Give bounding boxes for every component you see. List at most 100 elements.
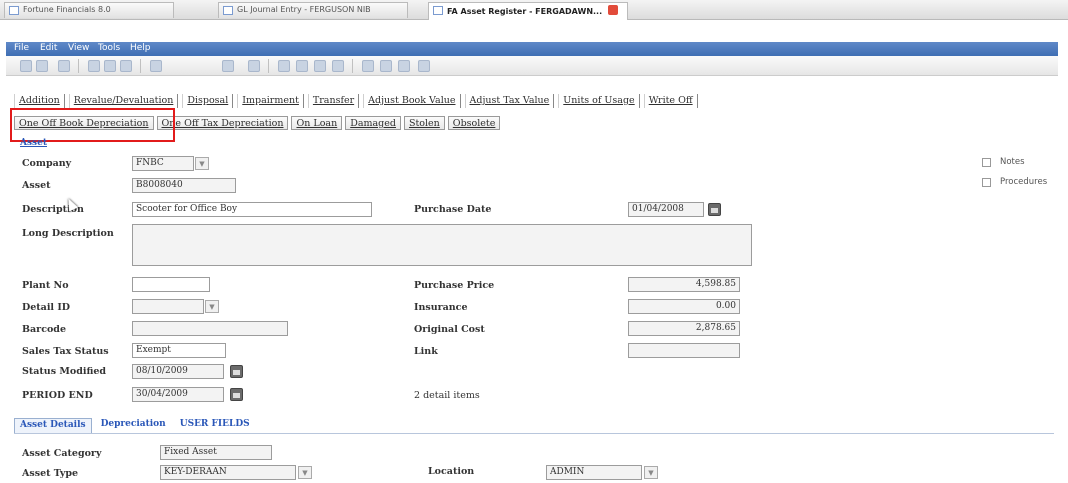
save-icon[interactable]	[58, 60, 70, 72]
asset-section-link[interactable]: Asset	[20, 138, 47, 148]
revalue-devaluation-button[interactable]: Revalue/Devaluation	[68, 94, 179, 108]
damaged-button[interactable]: Damaged	[345, 116, 401, 130]
detail-id-label: Detail ID	[22, 302, 71, 313]
calendar-icon[interactable]	[230, 365, 243, 378]
link-label: Link	[414, 346, 438, 357]
delete-icon[interactable]	[248, 60, 260, 72]
purchase-price-field[interactable]: 4,598.85	[628, 277, 740, 292]
description-field[interactable]: Scooter for Office Boy	[132, 202, 372, 217]
paste-icon[interactable]	[120, 60, 132, 72]
stolen-button[interactable]: Stolen	[403, 116, 445, 130]
open-icon[interactable]	[36, 60, 48, 72]
location-field[interactable]: ADMIN	[546, 465, 642, 480]
print-icon[interactable]	[362, 60, 374, 72]
asset-label: Asset	[22, 180, 51, 191]
page-icon	[223, 6, 233, 15]
new-icon[interactable]	[20, 60, 32, 72]
sales-tax-status-field[interactable]: Exempt	[132, 343, 226, 358]
asset-type-field[interactable]: KEY-DERAAN	[160, 465, 296, 480]
browser-tab-gl-journal[interactable]: GL Journal Entry - FERGUSON NIB	[218, 2, 408, 18]
status-modified-field[interactable]: 08/10/2009	[132, 364, 224, 379]
detail-id-field[interactable]	[132, 299, 204, 314]
page-icon	[433, 6, 443, 15]
last-record-icon[interactable]	[332, 60, 344, 72]
plant-no-label: Plant No	[22, 280, 69, 291]
toolbar-separator	[140, 59, 141, 73]
search-icon[interactable]	[380, 60, 392, 72]
company-label: Company	[22, 158, 72, 169]
help-icon[interactable]	[418, 60, 430, 72]
notes-checkbox[interactable]	[982, 158, 991, 167]
next-record-icon[interactable]	[314, 60, 326, 72]
insurance-field[interactable]: 0.00	[628, 299, 740, 314]
menu-view[interactable]: View	[68, 43, 89, 53]
browser-tab-strip: Fortune Financials 8.0 GL Journal Entry …	[0, 0, 1068, 20]
menu-tools[interactable]: Tools	[98, 43, 120, 53]
calendar-icon[interactable]	[230, 388, 243, 401]
purchase-date-label: Purchase Date	[414, 204, 492, 215]
addition-button[interactable]: Addition	[14, 94, 65, 108]
period-end-field[interactable]: 30/04/2009	[132, 387, 224, 402]
disposal-button[interactable]: Disposal	[182, 94, 234, 108]
undo-icon[interactable]	[150, 60, 162, 72]
tab-asset-details[interactable]: Asset Details	[14, 418, 92, 434]
chevron-down-icon[interactable]: ▼	[195, 157, 209, 170]
toolbar-separator	[352, 59, 353, 73]
long-description-label: Long Description	[22, 228, 114, 239]
link-field[interactable]	[628, 343, 740, 358]
adjust-book-value-button[interactable]: Adjust Book Value	[363, 94, 461, 108]
procedures-label: Procedures	[1000, 177, 1048, 187]
purchase-price-label: Purchase Price	[414, 280, 495, 291]
detail-tabs: Asset Details Depreciation USER FIELDS	[14, 418, 259, 434]
asset-category-field[interactable]: Fixed Asset	[160, 445, 272, 460]
cut-icon[interactable]	[88, 60, 100, 72]
page-icon	[9, 6, 19, 15]
asset-field[interactable]: B8008040	[132, 178, 236, 193]
tab-user-fields[interactable]: USER FIELDS	[175, 418, 255, 434]
highlight-box	[10, 108, 175, 142]
insurance-label: Insurance	[414, 302, 468, 313]
menu-file[interactable]: File	[14, 43, 29, 53]
chevron-down-icon[interactable]: ▼	[644, 466, 658, 479]
location-label: Location	[428, 466, 475, 477]
toolbar	[6, 56, 1058, 76]
refresh-icon[interactable]	[222, 60, 234, 72]
first-record-icon[interactable]	[278, 60, 290, 72]
menu-help[interactable]: Help	[130, 43, 151, 53]
asset-category-label: Asset Category	[22, 448, 102, 459]
adjust-tax-value-button[interactable]: Adjust Tax Value	[464, 94, 555, 108]
obsolete-button[interactable]: Obsolete	[447, 116, 501, 130]
original-cost-field[interactable]: 2,878.65	[628, 321, 740, 336]
status-modified-label: Status Modified	[22, 366, 107, 377]
procedures-checkbox[interactable]	[982, 178, 991, 187]
purchase-date-field[interactable]: 01/04/2008	[628, 202, 704, 217]
browser-tab-fortune[interactable]: Fortune Financials 8.0	[4, 2, 174, 18]
copy-icon[interactable]	[104, 60, 116, 72]
units-of-usage-button[interactable]: Units of Usage	[558, 94, 640, 108]
sales-tax-status-label: Sales Tax Status	[22, 346, 109, 357]
long-description-field[interactable]	[132, 224, 752, 266]
on-loan-button[interactable]: On Loan	[291, 116, 343, 130]
impairment-button[interactable]: Impairment	[237, 94, 304, 108]
filter-icon[interactable]	[398, 60, 410, 72]
menu-edit[interactable]: Edit	[40, 43, 57, 53]
tab-underline	[14, 433, 1054, 434]
toolbar-separator	[78, 59, 79, 73]
previous-record-icon[interactable]	[296, 60, 308, 72]
barcode-field[interactable]	[132, 321, 288, 336]
chevron-down-icon[interactable]: ▼	[298, 466, 312, 479]
chevron-down-icon[interactable]: ▼	[205, 300, 219, 313]
browser-tab-fa-asset-register[interactable]: FA Asset Register - FERGADAWN...	[428, 2, 628, 20]
plant-no-field[interactable]	[132, 277, 210, 292]
close-tab-icon[interactable]	[607, 5, 618, 15]
barcode-label: Barcode	[22, 324, 66, 335]
period-end-label: PERIOD END	[22, 390, 93, 401]
tab-depreciation[interactable]: Depreciation	[96, 418, 171, 434]
original-cost-label: Original Cost	[414, 324, 485, 335]
calendar-icon[interactable]	[708, 203, 721, 216]
detail-items-text: 2 detail items	[414, 390, 480, 401]
one-off-tax-depreciation-button[interactable]: One Off Tax Depreciation	[156, 116, 289, 130]
write-off-button[interactable]: Write Off	[643, 94, 698, 108]
transfer-button[interactable]: Transfer	[307, 94, 360, 108]
company-field[interactable]: FNBC	[132, 156, 194, 171]
